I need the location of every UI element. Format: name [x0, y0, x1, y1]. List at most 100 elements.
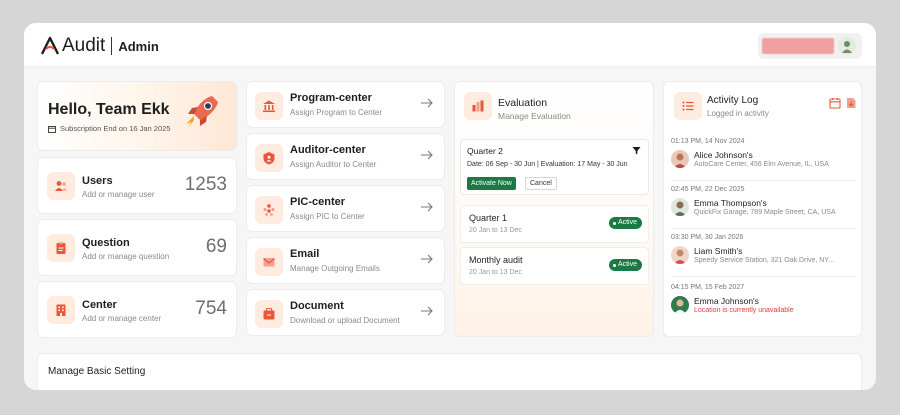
- document-icon: [255, 300, 283, 328]
- status-badge: Active: [608, 217, 642, 229]
- pic-center-title: PIC-center: [290, 196, 346, 208]
- program-center-subtitle: Assign Program to Center: [290, 108, 383, 117]
- activity-entry[interactable]: 03:30 PM, 30 Jan 2026 Liam Smith's Speed…: [671, 234, 857, 264]
- evaluation-icon: [464, 92, 492, 120]
- activity-user-name: Alice Johnson's: [694, 150, 753, 160]
- evaluation-title: Evaluation: [498, 97, 548, 109]
- arrow-right-icon[interactable]: [420, 148, 434, 162]
- divider: [671, 276, 856, 277]
- activity-location: AutoCare Center, 456 Elm Avenue, IL, USA: [694, 161, 829, 168]
- manage-basic-setting-section[interactable]: Manage Basic Setting: [37, 353, 862, 390]
- activity-log-card: Activity Log Logged in activity 01:13 PM…: [663, 81, 862, 337]
- document-title: Document: [290, 300, 344, 312]
- activity-log-title: Activity Log: [707, 95, 759, 106]
- auditor-center-card[interactable]: Auditor-center Assign Auditor to Center: [246, 133, 445, 180]
- avatar: [671, 296, 689, 314]
- center-title: Center: [82, 299, 117, 311]
- evaluation-item[interactable]: Monthly audit 20 Jan to 13 Dec Active: [460, 247, 649, 285]
- pic-center-subtitle: Assign PIC to Center: [290, 212, 365, 221]
- activity-location: Location is currently unavailable: [694, 307, 794, 314]
- activity-entry[interactable]: 02:45 PM, 22 Dec 2025 Emma Thompson's Qu…: [671, 186, 857, 216]
- evaluation-subtitle: Manage Evaluation: [498, 111, 571, 121]
- subscription-info: Subscription End on 16 Jan 2025: [48, 124, 171, 133]
- status-dot-icon: [612, 263, 616, 267]
- activity-actions: [829, 96, 857, 109]
- current-evaluation-title: Quarter 2: [467, 146, 503, 156]
- activity-entry[interactable]: 01:13 PM, 14 Nov 2024 Alice Johnson's Au…: [671, 138, 857, 168]
- divider: [671, 228, 856, 229]
- users-card[interactable]: Users Add or manage user 1253: [37, 157, 237, 214]
- rocket-icon: [186, 96, 218, 128]
- question-card[interactable]: Question Add or manage question 69: [37, 219, 237, 276]
- center-card[interactable]: Center Add or manage center 754: [37, 281, 237, 338]
- auditor-center-subtitle: Assign Auditor to Center: [290, 160, 377, 169]
- mail-icon: [255, 248, 283, 276]
- list-icon: [674, 92, 702, 120]
- document-subtitle: Download or upload Document: [290, 316, 400, 325]
- auditor-center-title: Auditor-center: [290, 144, 366, 156]
- avatar: [671, 150, 689, 168]
- activity-time: 04:15 PM, 15 Feb 2027: [671, 284, 745, 291]
- users-title: Users: [82, 175, 113, 187]
- avatar: [671, 198, 689, 216]
- current-evaluation-panel: Quarter 2 Date: 06 Sep - 30 Jun | Evalua…: [460, 139, 649, 195]
- users-subtitle: Add or manage user: [82, 190, 155, 199]
- activity-user-name: Emma Thompson's: [694, 198, 767, 208]
- arrow-right-icon[interactable]: [420, 96, 434, 110]
- activity-log-subtitle: Logged in activity: [707, 109, 769, 118]
- program-center-card[interactable]: Program-center Assign Program to Center: [246, 81, 445, 128]
- status-dot-icon: [612, 221, 616, 225]
- clipboard-icon: [47, 234, 75, 262]
- calendar-icon: [48, 125, 56, 133]
- arrow-right-icon[interactable]: [420, 252, 434, 266]
- email-subtitle: Manage Outgoing Emails: [290, 264, 380, 273]
- logo[interactable]: Audit Admin: [40, 35, 159, 57]
- program-center-title: Program-center: [290, 92, 372, 104]
- center-count: 754: [195, 298, 227, 319]
- document-card[interactable]: Document Download or upload Document: [246, 289, 445, 336]
- activate-now-button[interactable]: Activate Now: [467, 177, 516, 190]
- logo-admin-label: Admin: [118, 38, 159, 54]
- status-badge: Active: [608, 259, 642, 271]
- user-menu[interactable]: [758, 33, 862, 59]
- question-title: Question: [82, 237, 130, 249]
- evaluation-card: Evaluation Manage Evaluation Quarter 2 D…: [454, 81, 654, 337]
- bank-icon: [255, 92, 283, 120]
- logo-divider: [111, 37, 113, 55]
- logo-text: Audit: [62, 35, 106, 56]
- greeting-title: Hello, Team Ekk: [48, 101, 170, 118]
- pic-center-card[interactable]: PIC-center Assign PIC to Center: [246, 185, 445, 232]
- subscription-text: Subscription End on 16 Jan 2025: [60, 124, 171, 133]
- calendar-icon[interactable]: [829, 96, 841, 109]
- top-bar: Audit Admin: [24, 23, 876, 67]
- filter-icon[interactable]: [631, 145, 642, 156]
- greeting-card: Hello, Team Ekk Subscription End on 16 J…: [37, 81, 237, 151]
- current-evaluation-dates: Date: 06 Sep - 30 Jun | Evaluation: 17 M…: [467, 161, 628, 168]
- activity-entry[interactable]: 04:15 PM, 15 Feb 2027 Emma Johnson's Loc…: [671, 284, 857, 314]
- logo-a-icon: [40, 36, 60, 55]
- arrow-right-icon[interactable]: [420, 304, 434, 318]
- building-icon: [47, 296, 75, 324]
- arrow-right-icon[interactable]: [420, 200, 434, 214]
- cancel-button[interactable]: Cancel: [525, 177, 557, 190]
- manage-basic-setting-title: Manage Basic Setting: [48, 366, 146, 377]
- evaluation-item-title: Monthly audit: [469, 255, 523, 265]
- activity-time: 03:30 PM, 30 Jan 2026: [671, 234, 744, 241]
- email-card[interactable]: Email Manage Outgoing Emails: [246, 237, 445, 284]
- download-icon[interactable]: [845, 96, 857, 108]
- evaluation-item[interactable]: Quarter 1 20 Jan to 13 Dec Active: [460, 205, 649, 243]
- app-frame: Audit Admin Hello, Team Ekk Subscription…: [24, 23, 876, 390]
- evaluation-item-range: 20 Jan to 13 Dec: [469, 269, 522, 276]
- activity-location: Speedy Service Station, 321 Oak Drive, N…: [694, 257, 834, 264]
- activity-user-name: Emma Johnson's: [694, 296, 759, 306]
- users-count: 1253: [184, 174, 227, 195]
- email-title: Email: [290, 248, 320, 260]
- people-icon: [255, 196, 283, 224]
- center-subtitle: Add or manage center: [82, 314, 162, 323]
- activity-location: QuickFix Garage, 789 Maple Street, CA, U…: [694, 209, 836, 216]
- user-avatar: [838, 37, 856, 55]
- user-name-redacted: [762, 38, 834, 54]
- question-count: 69: [205, 236, 227, 257]
- evaluation-item-range: 20 Jan to 13 Dec: [469, 227, 522, 234]
- question-subtitle: Add or manage question: [82, 252, 170, 261]
